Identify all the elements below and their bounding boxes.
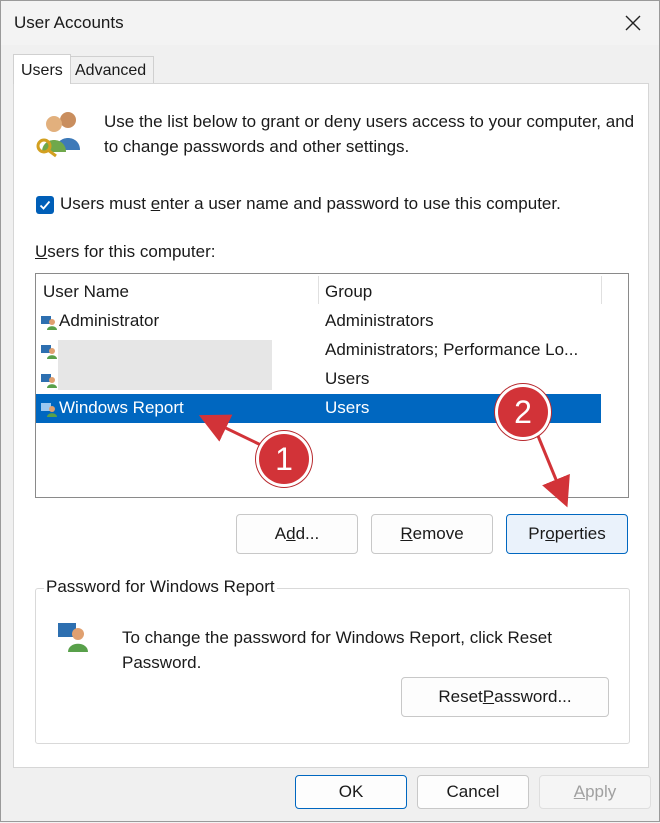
tab-users[interactable]: Users: [13, 54, 71, 84]
arrow-to-windows-report: [198, 414, 264, 448]
arrow-to-properties: [534, 430, 570, 508]
annotation-arrows: [198, 414, 570, 508]
user-accounts-window: User Accounts Users Advanced Use the lis…: [0, 0, 660, 822]
annotation-step-1: 1: [259, 434, 309, 484]
annotation-step-2: 2: [498, 387, 548, 437]
